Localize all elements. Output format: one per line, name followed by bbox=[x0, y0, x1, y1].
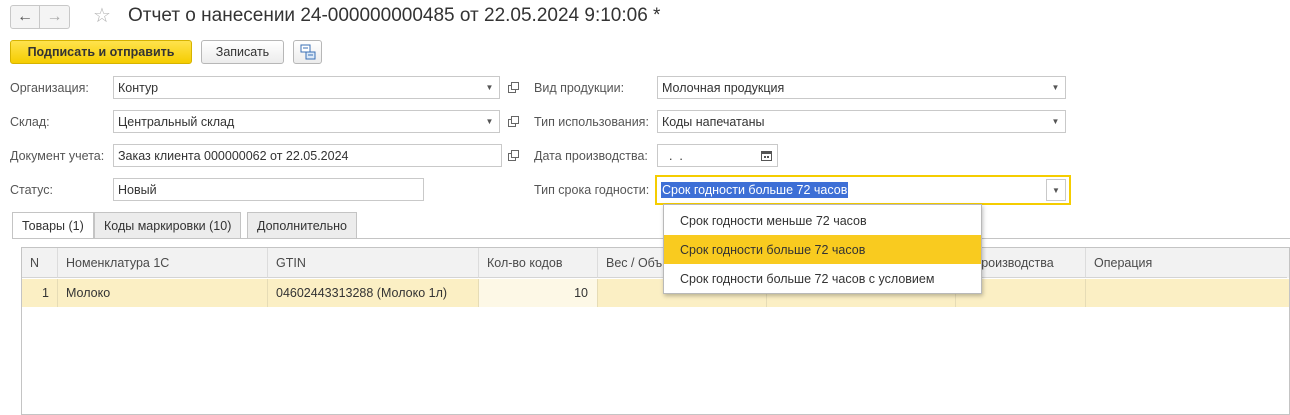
shelf-life-type-label: Тип срока годности: bbox=[534, 183, 650, 197]
chevron-down-icon: ▼ bbox=[1052, 185, 1060, 195]
product-type-label: Вид продукции: bbox=[534, 81, 625, 95]
column-header-code-count[interactable]: Кол-во кодов bbox=[479, 248, 598, 278]
tab-marking-codes[interactable]: Коды маркировки (10) bbox=[94, 212, 242, 238]
open-link-icon bbox=[507, 150, 519, 161]
organization-open-button[interactable] bbox=[503, 76, 523, 99]
dropdown-option-selected[interactable]: Срок годности больше 72 часов bbox=[664, 235, 981, 264]
open-link-icon bbox=[507, 116, 519, 127]
cell-gtin: 04602443313288 (Молоко 1л) bbox=[268, 279, 479, 307]
dropdown-option[interactable]: Срок годности меньше 72 часов bbox=[664, 206, 981, 235]
dropdown-option[interactable]: Срок годности больше 72 часов с условием bbox=[664, 264, 981, 293]
sign-and-send-button[interactable]: Подписать и отправить bbox=[10, 40, 192, 64]
column-header-nomenclature[interactable]: Номенклатура 1С bbox=[58, 248, 268, 278]
accounting-doc-label: Документ учета: bbox=[10, 149, 105, 163]
arrow-left-icon: ← bbox=[17, 8, 33, 25]
accounting-doc-field[interactable]: Заказ клиента 000000062 от 22.05.2024 bbox=[113, 144, 502, 167]
production-date-label: Дата производства: bbox=[534, 149, 648, 163]
organization-field[interactable]: Контур bbox=[113, 76, 481, 99]
shelf-life-type-field[interactable]: Срок годности больше 72 часов bbox=[655, 175, 1071, 205]
cell-code-count: 10 bbox=[479, 279, 598, 307]
cell-n: 1 bbox=[22, 279, 58, 307]
usage-type-field[interactable]: Коды напечатаны bbox=[657, 110, 1047, 133]
chevron-down-icon: ▼ bbox=[1051, 83, 1060, 92]
calendar-icon bbox=[761, 151, 772, 161]
product-type-dropdown-button[interactable]: ▼ bbox=[1046, 76, 1066, 99]
column-header-gtin[interactable]: GTIN bbox=[268, 248, 479, 278]
cell-nomenclature: Молоко bbox=[58, 279, 268, 307]
chevron-down-icon: ▼ bbox=[485, 83, 494, 92]
warehouse-field[interactable]: Центральный склад bbox=[113, 110, 481, 133]
usage-type-label: Тип использования: bbox=[534, 115, 649, 129]
usage-type-dropdown-button[interactable]: ▼ bbox=[1046, 110, 1066, 133]
warehouse-label: Склад: bbox=[10, 115, 50, 129]
tab-divider bbox=[12, 238, 1290, 239]
favorite-star-icon[interactable]: ☆ bbox=[93, 3, 111, 28]
product-type-field[interactable]: Молочная продукция bbox=[657, 76, 1047, 99]
warehouse-dropdown-button[interactable]: ▼ bbox=[480, 110, 500, 133]
status-field: Новый bbox=[113, 178, 424, 201]
column-header-n[interactable]: N bbox=[22, 248, 58, 278]
save-button[interactable]: Записать bbox=[201, 40, 284, 64]
status-label: Статус: bbox=[10, 183, 53, 197]
column-header-operation[interactable]: Операция bbox=[1086, 248, 1287, 278]
calendar-button[interactable] bbox=[756, 144, 778, 167]
arrow-right-icon: → bbox=[46, 8, 63, 25]
cell-operation bbox=[1086, 279, 1287, 307]
back-button[interactable]: ← bbox=[10, 5, 40, 29]
table-row[interactable]: 1 Молоко 04602443313288 (Молоко 1л) 10 bbox=[22, 279, 1289, 307]
chevron-down-icon: ▼ bbox=[485, 117, 494, 126]
production-date-field[interactable]: . . bbox=[657, 144, 757, 167]
organization-label: Организация: bbox=[10, 81, 89, 95]
window-title: Отчет о нанесении 24-000000000485 от 22.… bbox=[128, 5, 661, 26]
shelf-life-type-dropdown-list: Срок годности меньше 72 часов Срок годно… bbox=[663, 204, 982, 294]
structure-button[interactable] bbox=[293, 40, 322, 64]
organization-dropdown-button[interactable]: ▼ bbox=[480, 76, 500, 99]
accounting-doc-open-button[interactable] bbox=[503, 144, 523, 167]
chevron-down-icon: ▼ bbox=[1051, 117, 1060, 126]
open-link-icon bbox=[507, 82, 519, 93]
document-structure-icon bbox=[300, 44, 315, 60]
tab-additional[interactable]: Дополнительно bbox=[247, 212, 357, 238]
shelf-life-type-dropdown-button[interactable]: ▼ bbox=[1046, 179, 1066, 201]
shelf-life-type-value: Срок годности больше 72 часов bbox=[661, 182, 849, 198]
table-header: N Номенклатура 1С GTIN Кол-во кодов Вес … bbox=[22, 248, 1289, 278]
tab-goods[interactable]: Товары (1) bbox=[12, 212, 94, 239]
warehouse-open-button[interactable] bbox=[503, 110, 523, 133]
forward-button[interactable]: → bbox=[40, 5, 70, 29]
goods-table: N Номенклатура 1С GTIN Кол-во кодов Вес … bbox=[21, 247, 1290, 415]
